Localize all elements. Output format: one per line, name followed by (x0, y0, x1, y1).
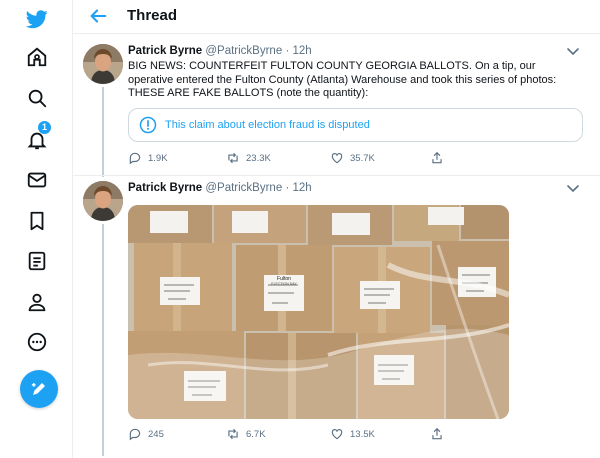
search-icon[interactable] (22, 83, 52, 113)
reply-count: 1.9K (148, 152, 168, 164)
home-icon[interactable] (22, 42, 52, 72)
twitter-bird-icon[interactable] (22, 4, 52, 34)
person-icon[interactable] (22, 287, 52, 317)
like-button[interactable]: 35.7K (330, 151, 375, 165)
share-icon (432, 427, 442, 440)
retweet-icon (228, 152, 238, 164)
tweet[interactable]: Patrick Byrne @PatrickByrne · 12h BIG NE… (73, 35, 600, 177)
photo-label-subtitle: ELECTION DAY (271, 282, 297, 286)
retweet-button[interactable]: 23.3K (226, 151, 271, 165)
more-circle-icon[interactable] (22, 327, 52, 357)
disputed-notice-text: This claim about election fraud is dispu… (165, 119, 370, 131)
timestamp[interactable]: · 12h (285, 45, 311, 57)
thread-header: Thread (73, 0, 600, 34)
like-count: 13.5K (350, 428, 375, 440)
list-icon[interactable] (22, 246, 52, 276)
reply-button[interactable]: 1.9K (128, 151, 168, 165)
handle[interactable]: @PatrickByrne (205, 182, 282, 194)
reply-button[interactable]: 245 (128, 427, 164, 441)
nav-rail: 1 (0, 0, 72, 458)
retweet-count: 23.3K (246, 152, 271, 164)
tweet-header: Patrick Byrne @PatrickByrne · 12h (128, 45, 312, 57)
more-options-icon[interactable] (566, 47, 580, 57)
reply-icon (129, 152, 141, 165)
info-icon (139, 116, 157, 134)
display-name[interactable]: Patrick Byrne (128, 45, 202, 57)
reply-count: 245 (148, 428, 164, 440)
bookmark-icon[interactable] (22, 206, 52, 236)
tweet[interactable]: Patrick Byrne @PatrickByrne · 12h Fulton… (73, 176, 600, 458)
share-button[interactable] (430, 427, 450, 441)
tweet-header: Patrick Byrne @PatrickByrne · 12h (128, 182, 312, 194)
cardboard-boxes-image (128, 205, 509, 419)
mail-icon[interactable] (22, 165, 52, 195)
reply-icon (129, 428, 141, 441)
display-name[interactable]: Patrick Byrne (128, 182, 202, 194)
tweet-actions: 245 6.7K 13.5K (128, 427, 548, 445)
retweet-count: 6.7K (246, 428, 266, 440)
bell-icon[interactable]: 1 (22, 121, 52, 155)
handle[interactable]: @PatrickByrne (205, 45, 282, 57)
compose-icon (31, 383, 45, 395)
timestamp[interactable]: · 12h (285, 182, 311, 194)
compose-button[interactable] (20, 370, 58, 408)
like-button[interactable]: 13.5K (330, 427, 375, 441)
more-options-icon[interactable] (566, 184, 580, 194)
share-icon (432, 151, 442, 164)
page-title: Thread (127, 7, 178, 24)
thread-connector (102, 224, 104, 456)
back-arrow-icon[interactable] (87, 5, 109, 27)
retweet-icon (228, 428, 238, 440)
retweet-button[interactable]: 6.7K (226, 427, 266, 441)
share-button[interactable] (430, 151, 450, 165)
tweet-text: BIG NEWS: COUNTERFEIT FULTON COUNTY GEOR… (128, 60, 557, 99)
like-count: 35.7K (350, 152, 375, 164)
tweet-actions: 1.9K 23.3K 35.7K (128, 151, 548, 169)
avatar[interactable] (83, 44, 123, 84)
notification-badge: 1 (38, 121, 51, 134)
heart-icon (331, 153, 343, 164)
heart-icon (331, 429, 343, 440)
disputed-notice[interactable]: This claim about election fraud is dispu… (128, 108, 583, 142)
tweet-photo[interactable]: Fulton ELECTION DAY (128, 205, 509, 419)
avatar[interactable] (83, 181, 123, 221)
thread-connector (102, 87, 104, 177)
